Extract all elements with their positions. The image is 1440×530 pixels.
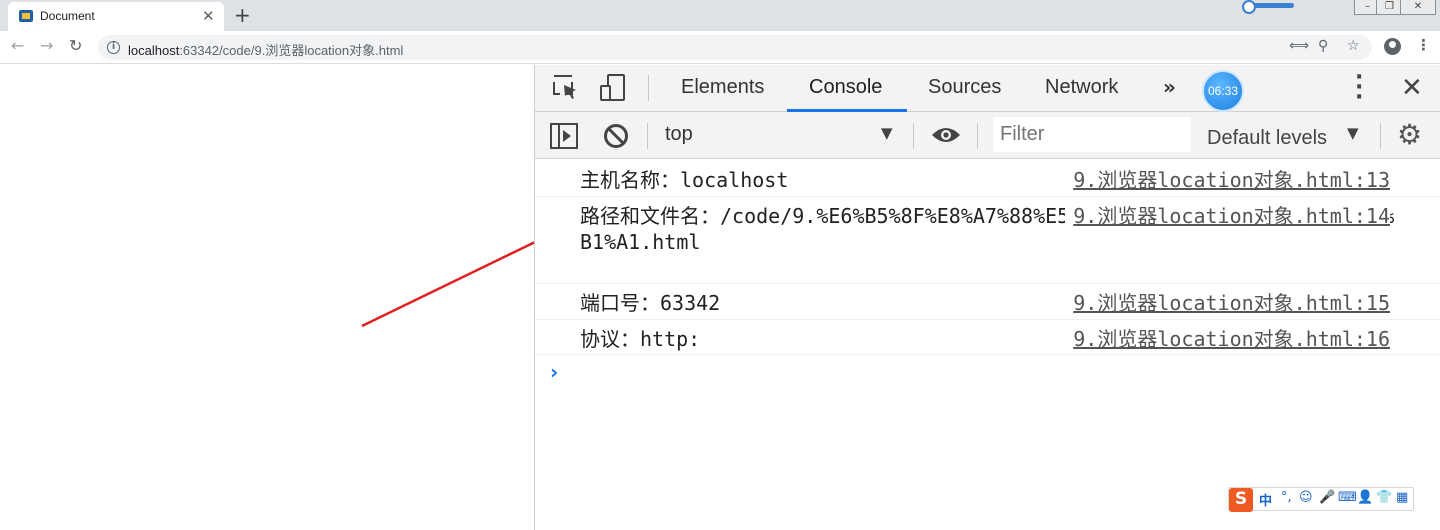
more-tabs-chevron-icon[interactable]: » (1163, 75, 1176, 99)
ime-chinese-mode-icon[interactable]: 中 (1259, 490, 1272, 509)
context-selector[interactable]: top (665, 123, 693, 146)
live-expression-eye-icon[interactable] (931, 124, 961, 146)
console-messages: 主机名称：localhost 9.浏览器location对象.html:13 路… (535, 160, 1440, 530)
bookmark-star-icon[interactable]: ☆ (1347, 38, 1360, 54)
tab-sources[interactable]: Sources (928, 76, 1001, 99)
window-close-icon[interactable]: ✕ (1400, 0, 1436, 15)
volume-slider[interactable] (1242, 0, 1294, 14)
ime-punctuation-icon[interactable]: °, (1281, 490, 1292, 505)
console-message: 协议：http: 9.浏览器location对象.html:16 (535, 320, 1440, 355)
restore-icon[interactable]: ❐ (1376, 0, 1403, 15)
tab-console[interactable]: Console (809, 76, 882, 99)
toolbar-divider (648, 75, 649, 101)
tab-elements[interactable]: Elements (681, 76, 764, 99)
ime-emoji-icon[interactable]: ☺ (1299, 490, 1313, 505)
message-text: 主机名称：localhost (580, 168, 789, 192)
tab-close-icon[interactable]: ✕ (202, 7, 215, 25)
console-settings-gear-icon[interactable]: ⚙ (1397, 118, 1422, 151)
back-icon[interactable]: ← (11, 36, 24, 55)
devtools-menu-icon[interactable]: · · · (1355, 67, 1363, 109)
ime-keyboard-icon[interactable]: ⌨ (1338, 490, 1357, 505)
translate-icon[interactable]: ⟺ (1289, 38, 1309, 54)
webstorm-favicon-icon (19, 10, 33, 22)
log-levels-dropdown[interactable]: Default levels (1207, 125, 1327, 145)
timer-badge[interactable]: 06:33 (1202, 70, 1244, 112)
ime-toolbar: S 中 °, ☺ 🎤 ⌨ 👤 👕 ▦ (1228, 487, 1414, 512)
console-message: 端口号：63342 9.浏览器location对象.html:15 (535, 284, 1440, 320)
clear-console-icon[interactable] (603, 123, 629, 149)
toolbar-divider (977, 123, 978, 149)
filter-input[interactable] (993, 117, 1191, 152)
devtools-close-icon[interactable]: ✕ (1401, 73, 1423, 103)
message-source-link[interactable]: 9.浏览器location对象.html:13 (1073, 167, 1390, 193)
ime-user-icon[interactable]: 👤 (1357, 490, 1373, 505)
message-text: 协议：http: (580, 327, 701, 351)
message-source-link[interactable]: 9.浏览器location对象.html:15 (1073, 290, 1390, 316)
url-text[interactable]: localhost:63342/code/9.浏览器location对象.htm… (128, 40, 403, 59)
url-path: :63342/code/9.浏览器location对象.html (179, 43, 404, 58)
device-toolbar-icon[interactable] (599, 73, 629, 103)
reload-icon[interactable]: ↻ (69, 36, 82, 55)
devtools-panel: Elements Console Sources Network » 06:33… (534, 65, 1440, 530)
toolbar-divider (1380, 123, 1381, 149)
tab-title: Document (40, 9, 95, 23)
devtools-tabbar: Elements Console Sources Network » 06:33… (535, 65, 1440, 112)
toolbar-divider (647, 123, 648, 149)
console-message: 主机名称：localhost 9.浏览器location对象.html:13 (535, 160, 1440, 197)
address-bar: ← → ↻ i localhost:63342/code/9.浏览器locati… (0, 31, 1440, 64)
tab-network[interactable]: Network (1045, 76, 1118, 99)
sogou-logo-icon[interactable]: S (1229, 488, 1253, 512)
ime-voice-icon[interactable]: 🎤 (1319, 490, 1335, 505)
new-tab-icon[interactable]: + (234, 3, 251, 27)
forward-icon[interactable]: → (40, 36, 53, 55)
message-text: 端口号：63342 (580, 291, 721, 315)
profile-avatar-icon[interactable] (1384, 38, 1401, 55)
sidebar-toggle-icon[interactable] (550, 123, 578, 149)
console-toolbar: top ▼ Default levels ▼ ⚙ (535, 112, 1440, 159)
filter-box[interactable] (993, 117, 1191, 152)
levels-dropdown-icon[interactable]: ▼ (1347, 124, 1359, 142)
console-message: 路径和文件名：/code/9.%E6%B5%8F%E8%A7%88%E5%99%… (535, 197, 1440, 284)
omnibox[interactable]: i localhost:63342/code/9.浏览器location对象.h… (98, 35, 1372, 60)
toolbar-divider (913, 123, 914, 149)
chrome-menu-icon[interactable]: ⋮ (1416, 36, 1431, 54)
context-dropdown-icon[interactable]: ▼ (881, 124, 893, 142)
url-host: localhost (128, 43, 180, 58)
browser-tab[interactable]: Document ✕ (8, 2, 224, 31)
ime-toolbox-icon[interactable]: ▦ (1396, 490, 1408, 505)
page-viewport (0, 65, 569, 530)
inspect-element-icon[interactable] (552, 74, 580, 102)
zoom-icon[interactable]: ⚲ (1318, 38, 1328, 54)
site-info-icon[interactable]: i (107, 41, 120, 54)
message-source-link[interactable]: 9.浏览器location对象.html:14 (1065, 203, 1390, 229)
tab-strip: Document ✕ + – ❐ ✕ (0, 0, 1440, 31)
ime-skin-icon[interactable]: 👕 (1376, 490, 1392, 505)
message-source-link[interactable]: 9.浏览器location对象.html:16 (1073, 326, 1390, 352)
console-prompt-chevron-icon[interactable]: › (550, 360, 558, 384)
